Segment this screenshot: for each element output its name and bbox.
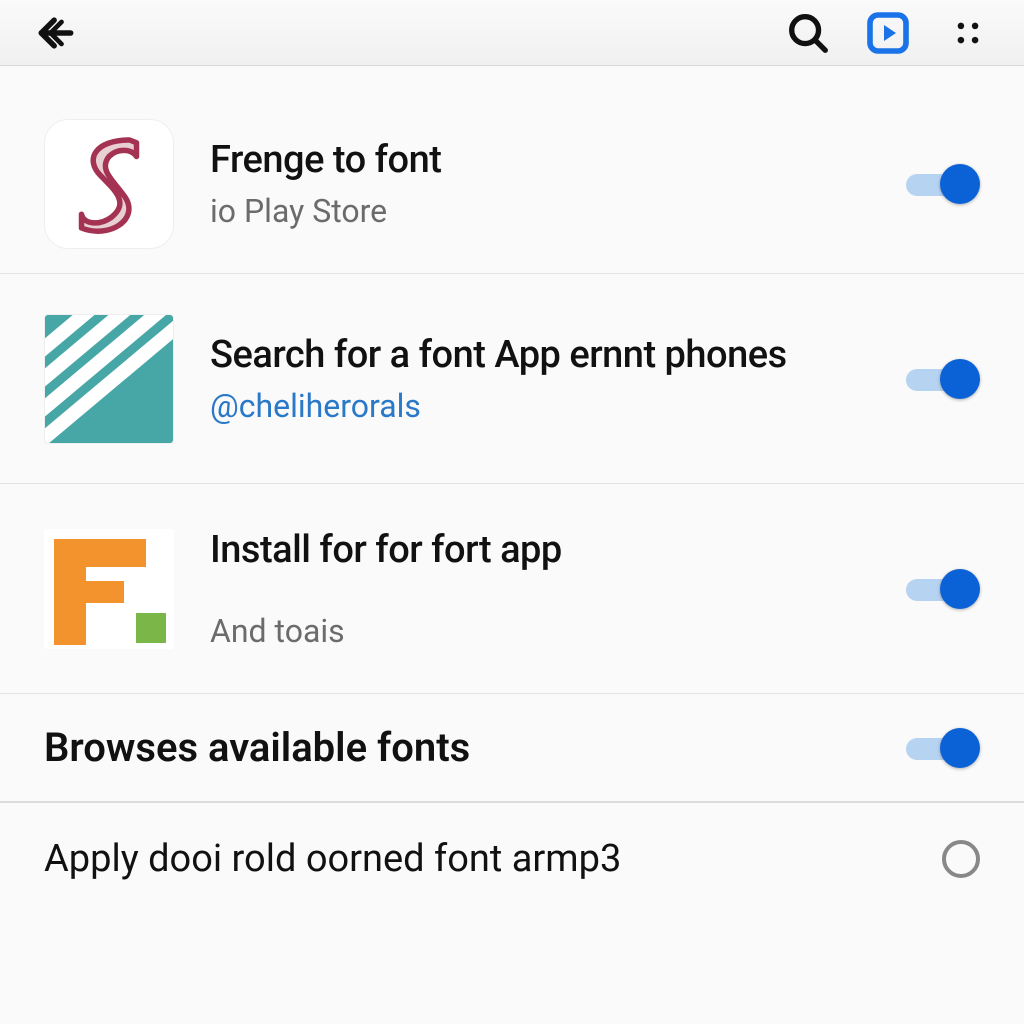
f-letter-icon [44, 529, 174, 649]
list-item[interactable]: Install for for fort app And toais [0, 484, 1024, 694]
toggle-switch[interactable] [906, 359, 980, 399]
radio-button[interactable] [942, 840, 980, 878]
list-item-subtitle-link[interactable]: @cheliherorals [210, 387, 906, 425]
list-item-text: Search for a font App ernnt phones @chel… [210, 333, 906, 425]
apply-font-title: Apply dooi rold oorned font armp3 [44, 837, 942, 881]
list-item[interactable]: Frenge to font io Play Store [0, 94, 1024, 274]
apply-font-row[interactable]: Apply dooi rold oorned font armp3 [0, 803, 1024, 915]
app-icon-frenge [44, 119, 174, 249]
s-glyph-icon [66, 129, 152, 239]
list-item-text: Frenge to font io Play Store [210, 138, 906, 230]
list-item-title: Install for for fort app [210, 528, 906, 572]
back-arrow-icon [34, 11, 78, 55]
search-icon [785, 10, 831, 56]
open-icon [864, 9, 912, 57]
action-button[interactable] [860, 5, 916, 61]
search-button[interactable] [780, 5, 836, 61]
top-app-bar [0, 0, 1024, 66]
more-dots-icon [951, 16, 985, 50]
stripes-icon [45, 315, 173, 443]
app-screen: Frenge to font io Play Store Search for … [0, 0, 1024, 1024]
toggle-switch[interactable] [906, 164, 980, 204]
list-item-title: Search for a font App ernnt phones [210, 333, 906, 377]
app-icon-search-font [44, 314, 174, 444]
toggle-switch[interactable] [906, 728, 980, 768]
back-button[interactable] [28, 5, 84, 61]
settings-list: Frenge to font io Play Store Search for … [0, 66, 1024, 1024]
list-item-subtitle: io Play Store [210, 192, 906, 230]
more-button[interactable] [940, 5, 996, 61]
section-title: Browses available fonts [44, 724, 906, 771]
section-browse-fonts[interactable]: Browses available fonts [0, 694, 1024, 803]
list-item[interactable]: Search for a font App ernnt phones @chel… [0, 274, 1024, 484]
list-item-title: Frenge to font [210, 138, 906, 182]
list-item-subtitle: And toais [210, 612, 906, 650]
toggle-switch[interactable] [906, 569, 980, 609]
app-icon-install-font [44, 529, 174, 649]
list-item-text: Install for for fort app And toais [210, 528, 906, 650]
